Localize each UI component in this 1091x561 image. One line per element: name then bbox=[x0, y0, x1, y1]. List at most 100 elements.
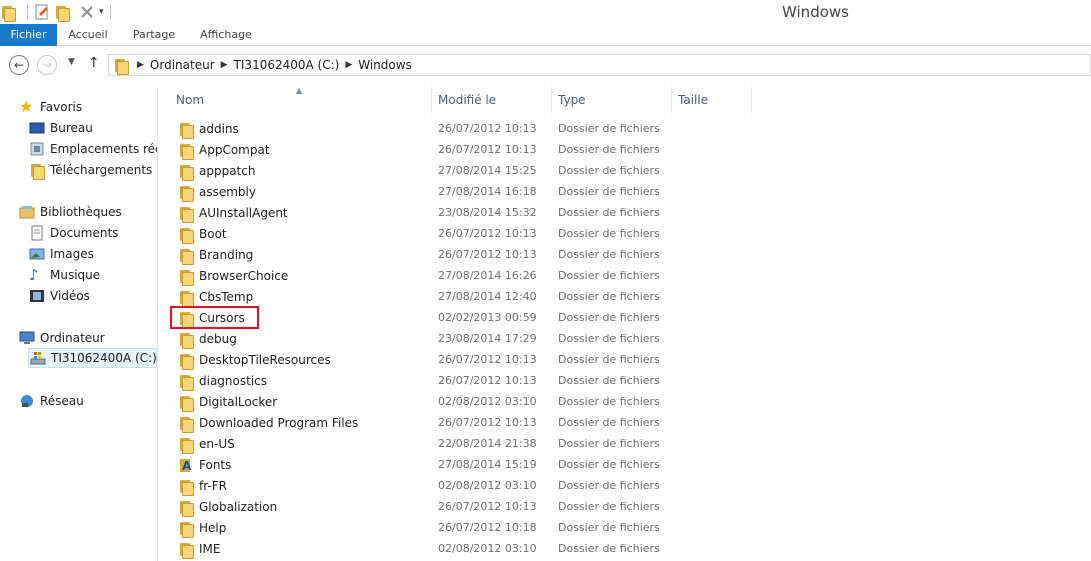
breadcrumb-drive[interactable]: TI31062400A (C:) bbox=[234, 58, 340, 72]
folder-icon bbox=[113, 57, 129, 75]
file-row[interactable]: diagnostics 26/07/2012 10:13 Dossier de fi… bbox=[160, 370, 1091, 391]
nav-emplacements-recents[interactable]: Emplacements récents bbox=[29, 139, 157, 159]
breadcrumb-chevron-icon[interactable]: ▶ bbox=[221, 60, 228, 70]
file-row[interactable]: DesktopTileResources 26/07/2012 10:13 Doss… bbox=[160, 349, 1091, 370]
column-header-taille[interactable]: Taille bbox=[672, 87, 752, 113]
file-name-cell[interactable]: DigitalLocker bbox=[178, 391, 277, 412]
file-type: Dossier de fichiers bbox=[558, 374, 660, 387]
file-row[interactable]: debug 23/08/2014 17:29 Dossier de fichiers bbox=[160, 328, 1091, 349]
nav-ordinateur[interactable]: Ordinateur bbox=[19, 328, 105, 348]
file-date: 26/07/2012 10:18 bbox=[438, 521, 537, 534]
recent-locations-chevron-icon[interactable]: ▼ bbox=[68, 57, 75, 67]
file-date: 23/08/2014 15:32 bbox=[438, 206, 537, 219]
recent-places-icon bbox=[30, 142, 44, 156]
file-type: Dossier de fichiers bbox=[558, 353, 660, 366]
file-name-cell[interactable]: fr-FR bbox=[178, 475, 227, 496]
file-name: DesktopTileResources bbox=[199, 352, 331, 367]
column-header-nom[interactable]: Nom bbox=[170, 87, 432, 113]
navigation-bar: ← → ▼ ↑ ▶ Ordinateur ▶ TI31062400A (C:) … bbox=[0, 47, 1091, 83]
file-name-cell[interactable]: Fonts bbox=[178, 454, 231, 475]
file-row[interactable]: Downloaded Program Files 26/07/2012 10:13… bbox=[160, 412, 1091, 433]
downloads-icon bbox=[29, 162, 45, 180]
file-row[interactable]: assembly 27/08/2014 16:18 Dossier de fichi… bbox=[160, 181, 1091, 202]
file-name-cell[interactable]: DesktopTileResources bbox=[178, 349, 331, 370]
address-bar[interactable]: ▶ Ordinateur ▶ TI31062400A (C:) ▶ Window… bbox=[108, 54, 1091, 76]
file-name: Branding bbox=[199, 247, 254, 262]
breadcrumb-chevron-icon[interactable]: ▶ bbox=[345, 60, 352, 70]
back-button[interactable]: ← bbox=[9, 55, 29, 75]
file-row[interactable]: DigitalLocker 02/08/2012 03:10 Dossier de … bbox=[160, 391, 1091, 412]
folder-icon bbox=[178, 310, 194, 328]
folder-icon bbox=[178, 289, 194, 307]
file-row[interactable]: AppCompat 26/07/2012 10:13 Dossier de fich… bbox=[160, 139, 1091, 160]
file-name-cell[interactable]: Branding bbox=[178, 244, 253, 265]
file-name-cell[interactable]: Downloaded Program Files bbox=[178, 412, 358, 433]
file-row[interactable]: Fonts 27/08/2014 15:19 Dossier de fichiers bbox=[160, 454, 1091, 475]
folder-icon bbox=[178, 142, 194, 160]
tab-affichage[interactable]: Affichage bbox=[190, 24, 262, 46]
file-date: 27/08/2014 15:25 bbox=[438, 164, 537, 177]
file-row[interactable]: fr-FR 02/08/2012 03:10 Dossier de fichiers bbox=[160, 475, 1091, 496]
file-name-cell[interactable]: AUInstallAgent bbox=[178, 202, 288, 223]
file-name-cell[interactable]: en-US bbox=[178, 433, 235, 454]
file-type: Dossier de fichiers bbox=[558, 206, 660, 219]
music-icon: ♪ bbox=[29, 266, 39, 284]
file-row[interactable]: IME 02/08/2012 03:10 Dossier de fichiers bbox=[160, 538, 1091, 559]
file-name-cell[interactable]: Boot bbox=[178, 223, 227, 244]
breadcrumb-chevron-icon[interactable]: ▶ bbox=[137, 60, 144, 70]
file-name-cell[interactable]: CbsTemp bbox=[178, 286, 253, 307]
column-header-type[interactable]: Type bbox=[552, 87, 672, 113]
breadcrumb-ordinateur[interactable]: Ordinateur bbox=[150, 58, 215, 72]
folder-icon bbox=[178, 121, 194, 139]
column-header-modifie-le[interactable]: Modifié le bbox=[432, 87, 552, 113]
folder-icon bbox=[178, 247, 194, 265]
nav-drive-c[interactable]: TI31062400A (C:) bbox=[28, 348, 157, 368]
nav-documents[interactable]: Documents bbox=[29, 223, 118, 243]
desktop-icon bbox=[29, 122, 45, 134]
tab-accueil[interactable]: Accueil bbox=[57, 24, 119, 46]
up-arrow-icon[interactable]: ↑ bbox=[88, 55, 100, 71]
file-date: 22/08/2014 21:38 bbox=[438, 437, 537, 450]
file-name-cell[interactable]: debug bbox=[178, 328, 237, 349]
file-name-cell[interactable]: diagnostics bbox=[178, 370, 267, 391]
nav-reseau[interactable]: Réseau bbox=[19, 391, 84, 411]
file-name-cell[interactable]: Cursors bbox=[178, 307, 245, 328]
nav-bureau[interactable]: Bureau bbox=[29, 118, 157, 138]
file-name-cell[interactable]: assembly bbox=[178, 181, 256, 202]
breadcrumb-windows[interactable]: Windows bbox=[358, 58, 412, 72]
navigation-pane[interactable]: ★ Favoris Bureau Emplacements récents Té… bbox=[0, 87, 158, 561]
libraries-icon bbox=[19, 206, 35, 219]
nav-images[interactable]: Images bbox=[29, 244, 94, 264]
file-row[interactable]: Cursors 02/02/2013 00:59 Dossier de fichie… bbox=[160, 307, 1091, 328]
file-name-cell[interactable]: addins bbox=[178, 118, 239, 139]
nav-bibliotheques[interactable]: Bibliothèques bbox=[19, 202, 122, 222]
file-row[interactable]: AUInstallAgent 23/08/2014 15:32 Dossier de… bbox=[160, 202, 1091, 223]
nav-musique[interactable]: ♪ Musique bbox=[29, 265, 100, 285]
file-row[interactable]: CbsTemp 27/08/2014 12:40 Dossier de fichie… bbox=[160, 286, 1091, 307]
file-row[interactable]: addins 26/07/2012 10:13 Dossier de fichier… bbox=[160, 118, 1091, 139]
file-row[interactable]: Branding 26/07/2012 10:13 Dossier de fichi… bbox=[160, 244, 1091, 265]
file-name-cell[interactable]: AppCompat bbox=[178, 139, 270, 160]
nav-favoris[interactable]: ★ Favoris bbox=[19, 97, 82, 117]
file-name-cell[interactable]: BrowserChoice bbox=[178, 265, 288, 286]
forward-button[interactable]: → bbox=[37, 55, 57, 75]
nav-videos[interactable]: Vidéos bbox=[29, 286, 90, 306]
file-type: Dossier de fichiers bbox=[558, 500, 660, 513]
file-row[interactable]: Boot 26/07/2012 10:13 Dossier de fichiers bbox=[160, 223, 1091, 244]
folder-icon bbox=[178, 163, 194, 181]
tab-fichier[interactable]: Fichier bbox=[0, 24, 57, 46]
file-row[interactable]: apppatch 27/08/2014 15:25 Dossier de fichi… bbox=[160, 160, 1091, 181]
file-row[interactable]: Globalization 26/07/2012 10:13 Dossier de … bbox=[160, 496, 1091, 517]
file-name-cell[interactable]: Globalization bbox=[178, 496, 277, 517]
file-type: Dossier de fichiers bbox=[558, 311, 660, 324]
file-name-cell[interactable]: Help bbox=[178, 517, 226, 538]
file-name-cell[interactable]: apppatch bbox=[178, 160, 255, 181]
file-row[interactable]: Help 26/07/2012 10:18 Dossier de fichiers bbox=[160, 517, 1091, 538]
file-row[interactable]: en-US 22/08/2014 21:38 Dossier de fichiers bbox=[160, 433, 1091, 454]
nav-telechargements[interactable]: Téléchargements bbox=[29, 160, 157, 180]
file-row[interactable]: BrowserChoice 27/08/2014 16:26 Dossier de … bbox=[160, 265, 1091, 286]
tab-partage[interactable]: Partage bbox=[124, 24, 184, 46]
file-name: IME bbox=[199, 541, 221, 556]
file-name-cell[interactable]: IME bbox=[178, 538, 220, 559]
file-date: 27/08/2014 16:26 bbox=[438, 269, 537, 282]
